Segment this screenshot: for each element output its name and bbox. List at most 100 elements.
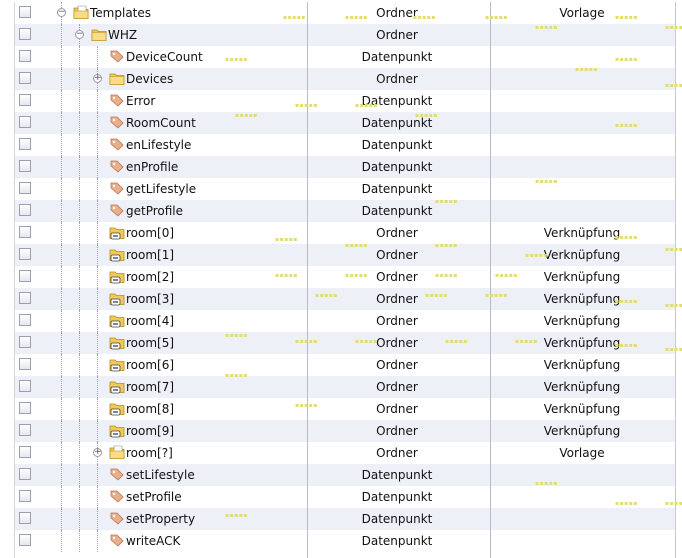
tree-guide-line (61, 200, 62, 222)
tree-row[interactable]: DeviceCount Datenpunkt (15, 46, 675, 68)
node-name: room[3] (126, 292, 175, 306)
tree-guide-line (61, 354, 62, 376)
tree-row[interactable]: room[0] Ordner Verknüpfung (15, 222, 675, 244)
node-role: Vorlage (559, 446, 605, 460)
row-checkbox[interactable] (19, 6, 31, 18)
row-checkbox[interactable] (19, 468, 31, 480)
expand-toggle-icon[interactable]: + (93, 448, 102, 457)
row-checkbox[interactable] (19, 270, 31, 282)
row-checkbox[interactable] (19, 292, 31, 304)
tree-row[interactable]: room[5] Ordner Verknüpfung (15, 332, 675, 354)
row-checkbox[interactable] (19, 424, 31, 436)
node-name: writeACK (126, 534, 181, 548)
watermark-pattern: ▪▪▪▪▪ (425, 292, 448, 299)
node-role: Verknüpfung (543, 424, 621, 438)
row-checkbox[interactable] (19, 336, 31, 348)
tree-guide-line (97, 222, 98, 244)
tree-guide-line (61, 46, 62, 68)
watermark-pattern: ▪▪▪▪▪ (615, 122, 638, 129)
row-checkbox[interactable] (19, 94, 31, 106)
node-name: room[5] (126, 336, 175, 350)
tree-guide-line (97, 398, 98, 420)
node-type: Ordner (376, 72, 418, 86)
tree-row[interactable]: setProperty Datenpunkt (15, 508, 675, 530)
tree-row[interactable]: writeACK Datenpunkt (15, 530, 675, 552)
collapse-toggle-icon[interactable]: − (75, 30, 84, 39)
row-checkbox[interactable] (19, 314, 31, 326)
tree-guide-line (97, 376, 98, 398)
watermark-pattern: ▪▪▪▪▪ (495, 272, 518, 279)
watermark-pattern: ▪▪▪▪▪ (295, 102, 318, 109)
tree-row[interactable]: setProfile Datenpunkt (15, 486, 675, 508)
node-role: Verknüpfung (543, 402, 621, 416)
tree-guide-line (97, 508, 98, 530)
node-type: Ordner (376, 28, 418, 42)
row-checkbox[interactable] (19, 28, 31, 40)
tree-row[interactable]: room[9] Ordner Verknüpfung (15, 420, 675, 442)
tree-row[interactable]: enLifestyle Datenpunkt (15, 134, 675, 156)
node-type: Datenpunkt (361, 534, 433, 548)
tree-guide-line (61, 398, 62, 420)
watermark-pattern: ▪▪▪▪▪ (345, 242, 368, 249)
row-checkbox[interactable] (19, 116, 31, 128)
node-type: Datenpunkt (361, 94, 433, 108)
row-checkbox[interactable] (19, 204, 31, 216)
row-checkbox[interactable] (19, 50, 31, 62)
tree-guide-line (79, 222, 80, 244)
tree-guide-line (79, 156, 80, 178)
watermark-pattern: ▪▪▪▪▪ (515, 338, 538, 345)
tree-row[interactable]: getProfile Datenpunkt (15, 200, 675, 222)
folder-template-icon (109, 445, 125, 460)
node-type: Ordner (376, 314, 418, 328)
folder-link-icon (109, 335, 125, 350)
node-role: Verknüpfung (543, 380, 621, 394)
tree-row[interactable]: + room[?] Ordner Vorlage (15, 442, 675, 464)
node-role: Verknüpfung (543, 270, 621, 284)
row-checkbox[interactable] (19, 248, 31, 260)
tree-guide-line (61, 134, 62, 156)
tree-row[interactable]: room[3] Ordner Verknüpfung (15, 288, 675, 310)
node-name: Error (126, 94, 156, 108)
collapse-toggle-icon[interactable]: − (57, 8, 66, 17)
tree-guide-line (61, 266, 62, 288)
watermark-pattern: ▪▪▪▪▪ (413, 14, 436, 21)
tree-guide-line (61, 222, 62, 244)
watermark-pattern: ▪▪▪▪▪ (485, 14, 508, 21)
tree-row[interactable]: room[4] Ordner Verknüpfung (15, 310, 675, 332)
row-checkbox[interactable] (19, 358, 31, 370)
tree-row[interactable]: room[7] Ordner Verknüpfung (15, 376, 675, 398)
tree-row[interactable]: room[8] Ordner Verknüpfung (15, 398, 675, 420)
node-name: enLifestyle (126, 138, 192, 152)
row-checkbox[interactable] (19, 446, 31, 458)
tree-row[interactable]: enProfile Datenpunkt (15, 156, 675, 178)
row-checkbox[interactable] (19, 182, 31, 194)
expand-toggle-icon[interactable]: + (93, 74, 102, 83)
row-checkbox[interactable] (19, 160, 31, 172)
watermark-pattern: ▪▪▪▪▪ (535, 178, 558, 185)
tree-guide-line (61, 442, 62, 464)
row-checkbox[interactable] (19, 226, 31, 238)
tree-guide-line (97, 354, 98, 376)
watermark-pattern: ▪▪▪▪▪ (345, 14, 368, 21)
tree-row[interactable]: Error Datenpunkt (15, 90, 675, 112)
row-checkbox[interactable] (19, 512, 31, 524)
row-checkbox[interactable] (19, 402, 31, 414)
tree-guide-line (79, 134, 80, 156)
node-type: Datenpunkt (361, 50, 433, 64)
row-checkbox[interactable] (19, 380, 31, 392)
watermark-pattern: ▪▪▪▪▪ (615, 500, 638, 507)
datapoint-tag-icon (109, 137, 125, 152)
tree-row[interactable]: − WHZ Ordner (15, 24, 675, 46)
row-checkbox[interactable] (19, 138, 31, 150)
tree-row[interactable]: getLifestyle Datenpunkt (15, 178, 675, 200)
tree-row[interactable]: setLifestyle Datenpunkt (15, 464, 675, 486)
row-checkbox[interactable] (19, 490, 31, 502)
row-checkbox[interactable] (19, 534, 31, 546)
datapoint-tag-icon (109, 49, 125, 64)
tree-row[interactable]: room[6] Ordner Verknüpfung (15, 354, 675, 376)
tree-guide-line (79, 112, 80, 134)
node-name: Devices (126, 72, 174, 86)
row-checkbox[interactable] (19, 72, 31, 84)
tree-guide-line (61, 310, 62, 332)
tree-row[interactable]: RoomCount Datenpunkt (15, 112, 675, 134)
